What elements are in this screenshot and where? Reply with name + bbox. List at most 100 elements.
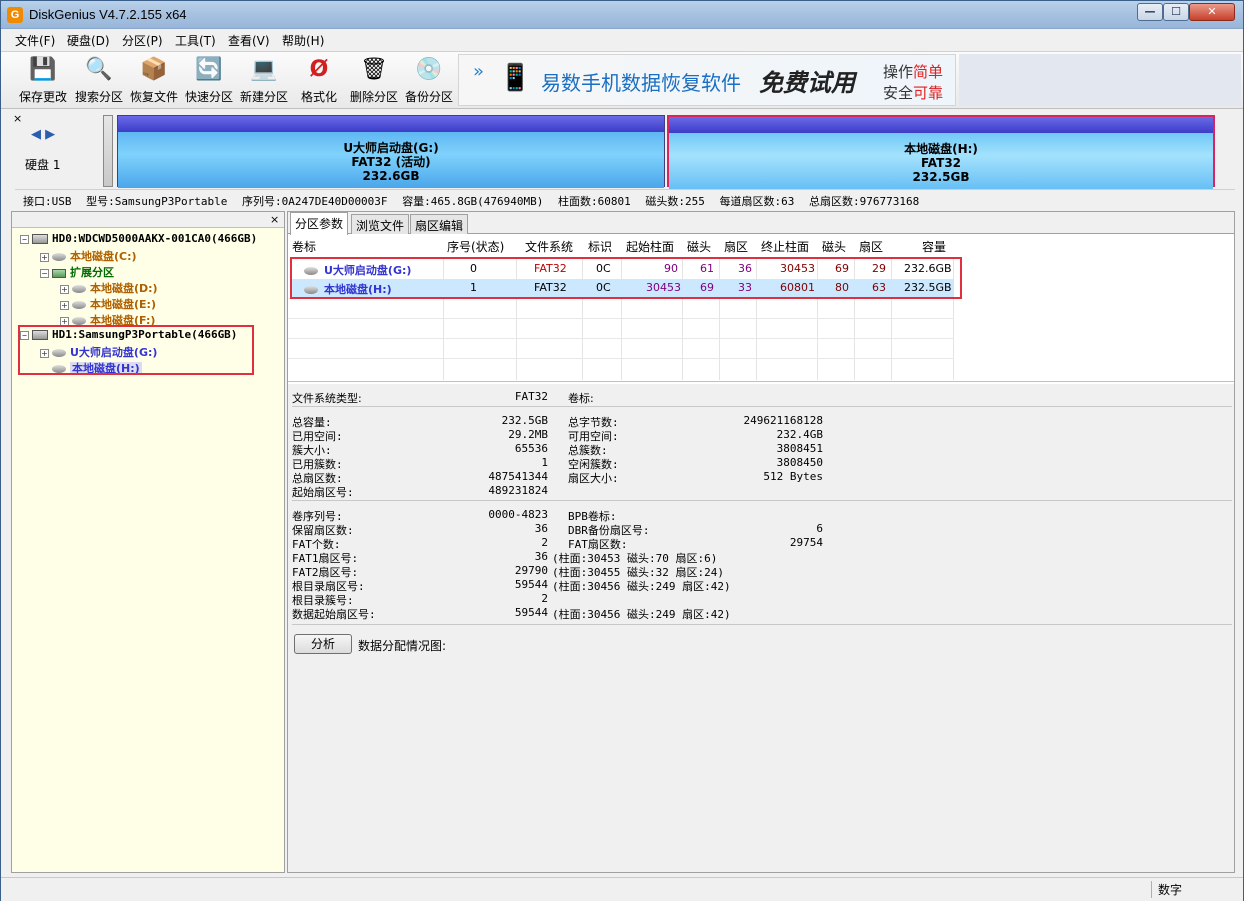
tab-partition-params[interactable]: 分区参数 — [290, 212, 349, 235]
menu-help[interactable]: 帮助(H) — [278, 32, 328, 49]
col-header-end-cyl[interactable]: 终止柱面 — [761, 238, 809, 256]
detail-value: 65536 — [514, 442, 548, 455]
backup-partition-button[interactable]: 💿 备份分区 — [401, 54, 457, 108]
detail-value: 3808450 — [776, 456, 823, 469]
delete-partition-button[interactable]: 🗑 删除分区 — [346, 54, 402, 108]
disk-info-bar: 接口:USB 型号:SamsungP3Portable 序列号:0A247DE4… — [15, 189, 1235, 208]
divider — [292, 624, 1232, 625]
expand-icon[interactable]: + — [60, 300, 69, 310]
disk-map: × ◀ ▶ 硬盘 1 U大师启动盘(G:) FAT32 (活动) 232.6GB… — [11, 111, 1237, 189]
tool-label: 删除分区 — [349, 90, 398, 104]
tool-label: 备份分区 — [404, 90, 453, 104]
tab-bar: 分区参数 浏览文件 扇区编辑 — [288, 212, 1234, 235]
format-icon: Ø — [309, 57, 329, 82]
col-header-start-head[interactable]: 磁头 — [687, 238, 711, 256]
partition-block-h[interactable]: 本地磁盘(H:) FAT32 232.5GB — [667, 115, 1215, 189]
tree-item-hd0[interactable]: − HD0:WDCWD5000AAKX-001CA0(466GB) — [20, 232, 257, 245]
col-header-fs[interactable]: 文件系统 — [525, 238, 573, 256]
maximize-button[interactable]: ☐ — [1163, 3, 1189, 21]
detail-value: 2 — [541, 592, 548, 605]
backup-icon: 💿 — [415, 57, 443, 82]
col-header-start-cyl[interactable]: 起始柱面 — [626, 238, 674, 256]
grid-line — [288, 358, 954, 359]
col-header-label[interactable]: 卷标 — [292, 238, 316, 256]
toolbar: 💾 保存更改 🔍 搜索分区 📦 恢复文件 🔄 快速分区 💻 新建分区 Ø 格式化… — [1, 51, 1243, 109]
detail-pane: 分区参数 浏览文件 扇区编辑 卷标 序号(状态) 文件系统 标识 起始柱面 磁头… — [287, 211, 1235, 873]
tree-item-c[interactable]: + 本地磁盘(C:) — [40, 248, 137, 264]
new-partition-icon: 💻 — [250, 57, 278, 82]
collapse-icon[interactable]: − — [20, 234, 29, 244]
disk-total-sectors: 总扇区数:976773168 — [809, 195, 920, 208]
detail-label: 起始扇区号: — [292, 486, 354, 499]
detail-value: 0000-4823 — [488, 508, 548, 521]
disk-model: 型号:SamsungP3Portable — [86, 195, 228, 208]
recover-files-button[interactable]: 📦 恢复文件 — [126, 54, 182, 108]
disk-serial: 序列号:0A247DE40D00003F — [241, 195, 388, 208]
divider — [292, 406, 1232, 407]
tool-label: 恢复文件 — [129, 90, 178, 104]
disk-cylinders: 柱面数:60801 — [558, 195, 631, 208]
partition-block-g[interactable]: U大师启动盘(G:) FAT32 (活动) 232.6GB — [117, 115, 665, 188]
disk-nav-arrows-icon[interactable]: ◀ ▶ — [31, 127, 55, 142]
close-icon[interactable]: × — [270, 213, 279, 226]
col-header-id[interactable]: 标识 — [588, 238, 612, 256]
col-header-capacity[interactable]: 容量 — [922, 238, 946, 256]
hard-disk-icon — [32, 234, 48, 244]
quick-partition-button[interactable]: 🔄 快速分区 — [181, 54, 237, 108]
app-window: G DiskGenius V4.7.2.155 x64 — ☐ ✕ 文件(F) … — [0, 0, 1244, 901]
col-header-start-sector[interactable]: 扇区 — [724, 238, 748, 256]
tool-label: 保存更改 — [18, 90, 67, 104]
tool-label: 搜索分区 — [74, 90, 123, 104]
search-partition-button[interactable]: 🔍 搜索分区 — [71, 54, 127, 108]
menu-tools[interactable]: 工具(T) — [171, 32, 220, 49]
quick-partition-icon: 🔄 — [195, 57, 223, 82]
collapse-icon[interactable]: − — [40, 268, 49, 278]
detail-chs: (柱面:30456 磁头:249 扇区:42) — [552, 608, 731, 621]
banner-headline: 易数手机数据恢复软件 — [541, 71, 741, 95]
close-button[interactable]: ✕ — [1189, 3, 1235, 21]
new-partition-button[interactable]: 💻 新建分区 — [236, 54, 292, 108]
col-header-end-head[interactable]: 磁头 — [822, 238, 846, 256]
format-button[interactable]: Ø 格式化 — [291, 54, 347, 108]
menu-disk[interactable]: 硬盘(D) — [63, 32, 114, 49]
save-icon: 💾 — [29, 57, 57, 82]
detail-label: 扇区大小: — [568, 472, 619, 485]
save-changes-button[interactable]: 💾 保存更改 — [15, 54, 71, 108]
detail-value: 29754 — [789, 536, 823, 549]
ad-banner[interactable]: » 📱 易数手机数据恢复软件 免费试用 操作简单 安全可靠 — [458, 54, 956, 106]
window-title: DiskGenius V4.7.2.155 x64 — [29, 7, 187, 22]
disk-interface: 接口:USB — [23, 195, 72, 208]
detail-value: 59544 — [514, 606, 548, 619]
tree-item-e[interactable]: + 本地磁盘(E:) — [60, 296, 156, 312]
tree-highlight-box — [18, 325, 254, 375]
title-bar: G DiskGenius V4.7.2.155 x64 — ☐ ✕ — [1, 1, 1243, 29]
analyze-button[interactable]: 分析 — [294, 634, 352, 654]
tree-header: × — [12, 212, 284, 228]
tree-item-d[interactable]: + 本地磁盘(D:) — [60, 280, 158, 296]
status-bar: 数字 — [1, 877, 1243, 901]
col-header-index[interactable]: 序号(状态) — [447, 238, 504, 256]
expand-icon[interactable]: + — [60, 284, 69, 294]
expand-icon[interactable]: + — [40, 252, 49, 262]
minimize-button[interactable]: — — [1137, 3, 1163, 21]
toolbar-empty-area — [959, 54, 1241, 106]
recover-icon: 📦 — [140, 57, 168, 82]
menu-view[interactable]: 查看(V) — [224, 32, 274, 49]
close-icon[interactable]: × — [13, 112, 22, 125]
detail-value: 59544 — [514, 578, 548, 591]
tab-sector-edit[interactable]: 扇区编辑 — [410, 214, 469, 234]
search-icon: 🔍 — [85, 57, 113, 82]
partition-cap — [118, 116, 664, 132]
unallocated-space[interactable] — [103, 115, 113, 187]
partition-cap — [669, 117, 1213, 133]
tree-item-extended[interactable]: − 扩展分区 — [40, 264, 114, 280]
table-highlight-box — [290, 257, 962, 299]
disk-heads: 磁头数:255 — [645, 195, 705, 208]
menu-file[interactable]: 文件(F) — [11, 32, 59, 49]
app-logo-icon: G — [7, 7, 23, 23]
col-header-end-sector[interactable]: 扇区 — [859, 238, 883, 256]
tab-browse-files[interactable]: 浏览文件 — [351, 214, 410, 234]
delete-icon: 🗑 — [360, 57, 388, 82]
menu-partition[interactable]: 分区(P) — [118, 32, 167, 49]
detail-chs: (柱面:30456 磁头:249 扇区:42) — [552, 580, 731, 593]
